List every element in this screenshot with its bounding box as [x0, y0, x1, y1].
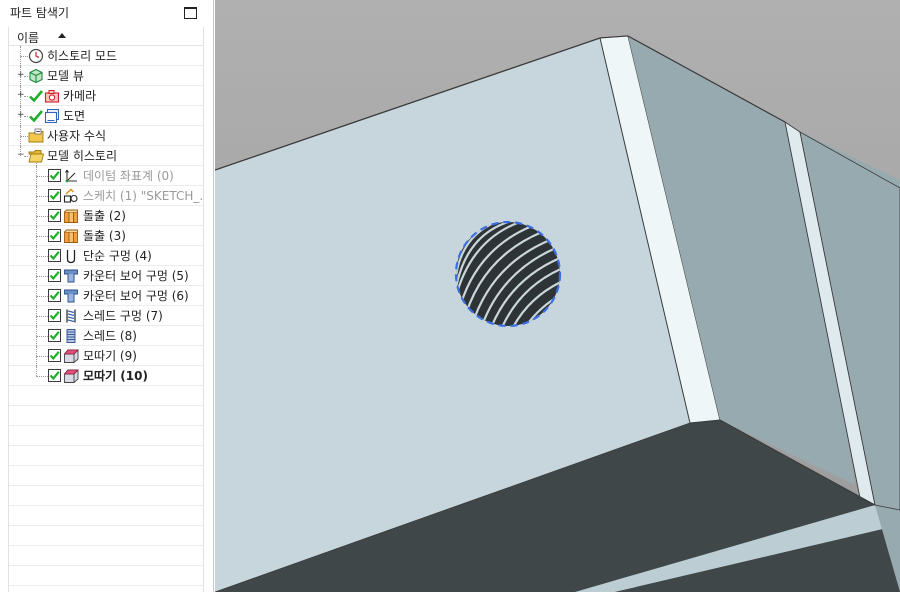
column-header-name[interactable]: 이름: [9, 27, 203, 46]
tree-item-simple-hole[interactable]: 단순 구멍 (4): [9, 246, 203, 266]
datum-csys-icon: [65, 169, 77, 183]
empty-row: [9, 386, 203, 406]
tree-item-chamfer-10[interactable]: 모따기 (10): [9, 366, 203, 386]
counterbore-hole-icon: [64, 269, 78, 283]
tree-item-user-expressions[interactable]: 사용자 수식: [9, 126, 203, 146]
graphics-viewport[interactable]: [215, 0, 900, 592]
camera-icon: [44, 90, 60, 103]
tree-item-chamfer-9[interactable]: 모따기 (9): [9, 346, 203, 366]
visibility-checkbox[interactable]: [48, 269, 61, 282]
panel-title: 파트 탐색기: [10, 6, 70, 20]
collapse-minus-icon[interactable]: −: [17, 151, 25, 160]
sort-ascending-icon: [58, 33, 66, 38]
visibility-checkbox[interactable]: [48, 369, 61, 382]
part-navigator-panel: 파트 탐색기 이름 히스토리 모드 + 모델 뷰 + 카메라 + 도면 사용자 …: [0, 0, 214, 592]
model-view-cube-icon: [29, 68, 43, 84]
checkmark-icon: [29, 90, 43, 103]
tree-item-history-mode[interactable]: 히스토리 모드: [9, 46, 203, 66]
visibility-checkbox[interactable]: [48, 289, 61, 302]
counterbore-hole-icon: [64, 289, 78, 303]
tree-item-cameras[interactable]: + 카메라: [9, 86, 203, 106]
chamfer-icon: [63, 349, 79, 363]
history-clock-icon: [28, 48, 44, 64]
checkmark-icon: [29, 110, 43, 123]
tree-item-label: 스케치 (1) "SKETCH_...: [83, 189, 204, 203]
tree-item-drawings[interactable]: + 도면: [9, 106, 203, 126]
part-3d-model[interactable]: [215, 0, 900, 592]
empty-row: [9, 506, 203, 526]
empty-row: [9, 406, 203, 426]
tree-item-label: 카운터 보어 구멍 (6): [83, 289, 189, 303]
restore-window-icon[interactable]: [184, 7, 197, 19]
simple-hole-icon: [66, 250, 76, 264]
expand-plus-icon[interactable]: +: [17, 91, 25, 100]
tree-item-label: 모따기 (9): [83, 349, 137, 363]
empty-row: [9, 566, 203, 586]
empty-row: [9, 446, 203, 466]
tree-item-datum-csys[interactable]: 데이텀 좌표계 (0): [9, 166, 203, 186]
folder-open-icon: [28, 150, 44, 163]
tree-item-threaded-hole[interactable]: 스레드 구멍 (7): [9, 306, 203, 326]
tree-item-label: 스레드 (8): [83, 329, 137, 343]
tree-item-label: 스레드 구멍 (7): [83, 309, 163, 323]
extrude-icon: [64, 229, 78, 243]
tree-item-sketch[interactable]: 스케치 (1) "SKETCH_...: [9, 186, 203, 206]
sketch-icon: [63, 188, 78, 203]
tree-item-label: 카운터 보어 구멍 (5): [83, 269, 189, 283]
tree-item-extrude-2[interactable]: 돌출 (2): [9, 206, 203, 226]
visibility-checkbox[interactable]: [48, 229, 61, 242]
drawing-icon: [44, 109, 59, 124]
visibility-checkbox[interactable]: [48, 169, 61, 182]
tree-item-model-views[interactable]: + 모델 뷰: [9, 66, 203, 86]
tree-item-label: 히스토리 모드: [47, 49, 118, 63]
tree-item-label: 돌출 (2): [83, 209, 126, 223]
empty-row: [9, 426, 203, 446]
visibility-checkbox[interactable]: [48, 309, 61, 322]
tree-item-label: 데이텀 좌표계 (0): [83, 169, 174, 183]
empty-row: [9, 546, 203, 566]
visibility-checkbox[interactable]: [48, 209, 61, 222]
visibility-checkbox[interactable]: [48, 189, 61, 202]
tree-item-thread[interactable]: 스레드 (8): [9, 326, 203, 346]
tree-item-label: 카메라: [63, 89, 97, 103]
folder-expression-icon: [28, 128, 44, 143]
tree-item-label: 도면: [63, 109, 86, 123]
column-header-label: 이름: [17, 31, 40, 45]
threaded-hole-icon: [66, 309, 76, 323]
empty-row: [9, 526, 203, 546]
feature-tree: 이름 히스토리 모드 + 모델 뷰 + 카메라 + 도면 사용자 수식 − 모델…: [8, 27, 204, 592]
visibility-checkbox[interactable]: [48, 349, 61, 362]
tree-item-label: 모델 히스토리: [47, 149, 118, 163]
tree-item-label: 돌출 (3): [83, 229, 126, 243]
tree-item-extrude-3[interactable]: 돌출 (3): [9, 226, 203, 246]
tree-item-counterbore-hole-6[interactable]: 카운터 보어 구멍 (6): [9, 286, 203, 306]
empty-row: [9, 486, 203, 506]
tree-item-label: 사용자 수식: [47, 129, 107, 143]
tree-item-model-history[interactable]: − 모델 히스토리: [9, 146, 203, 166]
expand-plus-icon[interactable]: +: [17, 71, 25, 80]
tree-item-label: 모델 뷰: [47, 69, 84, 83]
visibility-checkbox[interactable]: [48, 329, 61, 342]
empty-row: [9, 466, 203, 486]
tree-item-label: 모따기 (10): [83, 369, 148, 383]
thread-icon: [66, 329, 76, 343]
expand-plus-icon[interactable]: +: [17, 111, 25, 120]
tree-item-label: 단순 구멍 (4): [83, 249, 152, 263]
tree-item-counterbore-hole-5[interactable]: 카운터 보어 구멍 (5): [9, 266, 203, 286]
chamfer-icon: [63, 369, 79, 383]
visibility-checkbox[interactable]: [48, 249, 61, 262]
extrude-icon: [64, 209, 78, 223]
